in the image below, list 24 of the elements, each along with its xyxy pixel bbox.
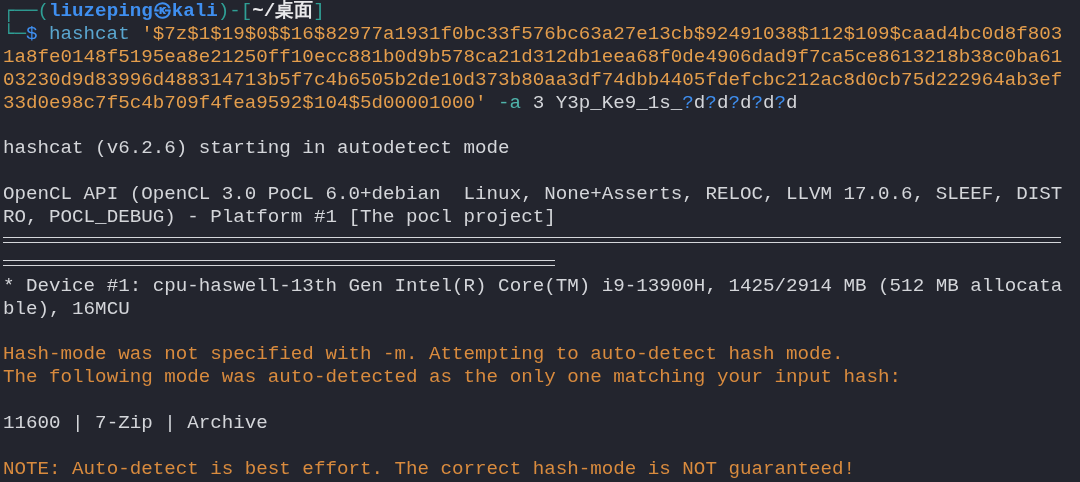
prompt-frame: └─ — [3, 22, 27, 46]
terminal-text: 3 — [532, 91, 545, 115]
hash-argument: 1a8fe0148f5195ea8e21250ff10ecc881b0d9b578ca21d312db1eea68f0de4906dad9f7ca5ce8613218b38c0ba61 — [3, 45, 1063, 69]
terminal-text: hashcat (v6.2.6) starting in autodetect mode — [3, 137, 510, 161]
terminal-text: RO, POCL_DEBUG) - Platform #1 [The pocl project] — [3, 206, 556, 229]
warning-text: The following mode was auto-detected as the only one matching your input hash: — [3, 366, 902, 390]
prompt-frame: ] — [313, 0, 325, 23]
user-host: liuzeping㉿kali — [49, 0, 218, 23]
flag-text: -a — [498, 91, 522, 115]
terminal-text: * Device #1: cpu-haswell-13th Gen Intel(R) Core(TM) i9-13900H, 1425/2914 MB (512 MB allocata — [3, 274, 1063, 298]
prompt-sign: $ — [26, 22, 38, 46]
prompt-frame: )-[ — [217, 0, 253, 23]
warning-text: NOTE: Auto-detect is best effort. The correct hash-mode is NOT guaranteed! — [3, 457, 856, 481]
hash-argument: 33d0e98c7f5c4b709f4fea9592$104$5d00001000' — [3, 91, 487, 115]
hash-argument: 03230d9d83996d488314713b5f7c4b6505b2de10d373b80aa3df74dbb4405fdefcbc212ac8d0cb75d222964ab3ef — [3, 68, 1063, 92]
warning-text: Hash-mode was not specified with -m. Attempting to auto-detect hash mode. — [3, 343, 844, 367]
command-name: hashcat — [49, 22, 130, 46]
mask-argument: Y3p_Ke9_1s_?d?d?d?d?d — [555, 91, 798, 115]
terminal-text: ble), 16MCU — [3, 297, 130, 321]
terminal-text: OpenCL API (OpenCL 3.0 PoCL 6.0+debian Linux, None+Asserts, RELOC, LLVM 17.0.6, SLEEF, DIST — [3, 183, 1063, 206]
directory: ~/桌面 — [252, 0, 314, 23]
hash-argument: '$7z$1$19$0$$16$82977a1931f0bc33f576bc63a27e13cb$92491038$112$109$caad4bc0d8f803 — [141, 22, 1063, 46]
terminal-text: 11600 | 7-Zip | Archive — [3, 412, 268, 435]
prompt-frame: ┌──( — [3, 0, 50, 23]
